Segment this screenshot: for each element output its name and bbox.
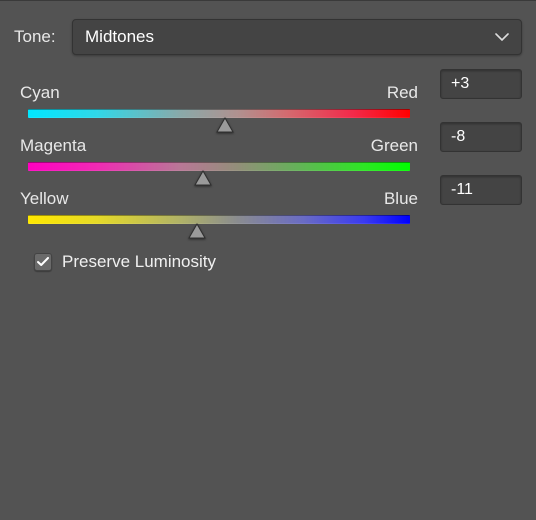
tone-row: Tone: Midtones: [14, 19, 522, 55]
slider-track[interactable]: [18, 215, 420, 224]
slider-track[interactable]: [18, 109, 420, 118]
tone-label: Tone:: [14, 27, 62, 47]
slider-right-label: Red: [387, 83, 418, 103]
slider-value-input[interactable]: [451, 181, 521, 199]
preserve-luminosity-row[interactable]: Preserve Luminosity: [34, 252, 522, 272]
preserve-luminosity-label: Preserve Luminosity: [62, 252, 216, 272]
slider-right-label: Green: [371, 136, 418, 156]
slider-value-input[interactable]: [451, 75, 521, 93]
slider-group: Cyan Red: [14, 83, 522, 118]
sliders-container: Cyan Red Magenta Green Yellow Blue: [14, 83, 522, 224]
gradient-track: [28, 162, 410, 171]
slider-value-input[interactable]: [451, 128, 521, 146]
color-balance-panel: Tone: Midtones Cyan Red Magenta Green Yellow…: [0, 1, 536, 282]
slider-left-label: Cyan: [20, 83, 60, 103]
slider-labels: Cyan Red: [18, 83, 420, 103]
slider-labels: Magenta Green: [18, 136, 420, 156]
tone-selected-value: Midtones: [85, 27, 154, 47]
slider-track[interactable]: [18, 162, 420, 171]
slider-group: Magenta Green: [14, 136, 522, 171]
slider-group: Yellow Blue: [14, 189, 522, 224]
check-icon: [37, 257, 49, 267]
preserve-luminosity-checkbox[interactable]: [34, 253, 52, 271]
slider-value-box[interactable]: [440, 69, 522, 99]
slider-labels: Yellow Blue: [18, 189, 420, 209]
slider-value-box[interactable]: [440, 175, 522, 205]
chevron-down-icon: [495, 33, 509, 41]
slider-left-label: Magenta: [20, 136, 86, 156]
slider-value-box[interactable]: [440, 122, 522, 152]
slider-right-label: Blue: [384, 189, 418, 209]
gradient-track: [28, 215, 410, 224]
tone-select[interactable]: Midtones: [72, 19, 522, 55]
slider-left-label: Yellow: [20, 189, 69, 209]
